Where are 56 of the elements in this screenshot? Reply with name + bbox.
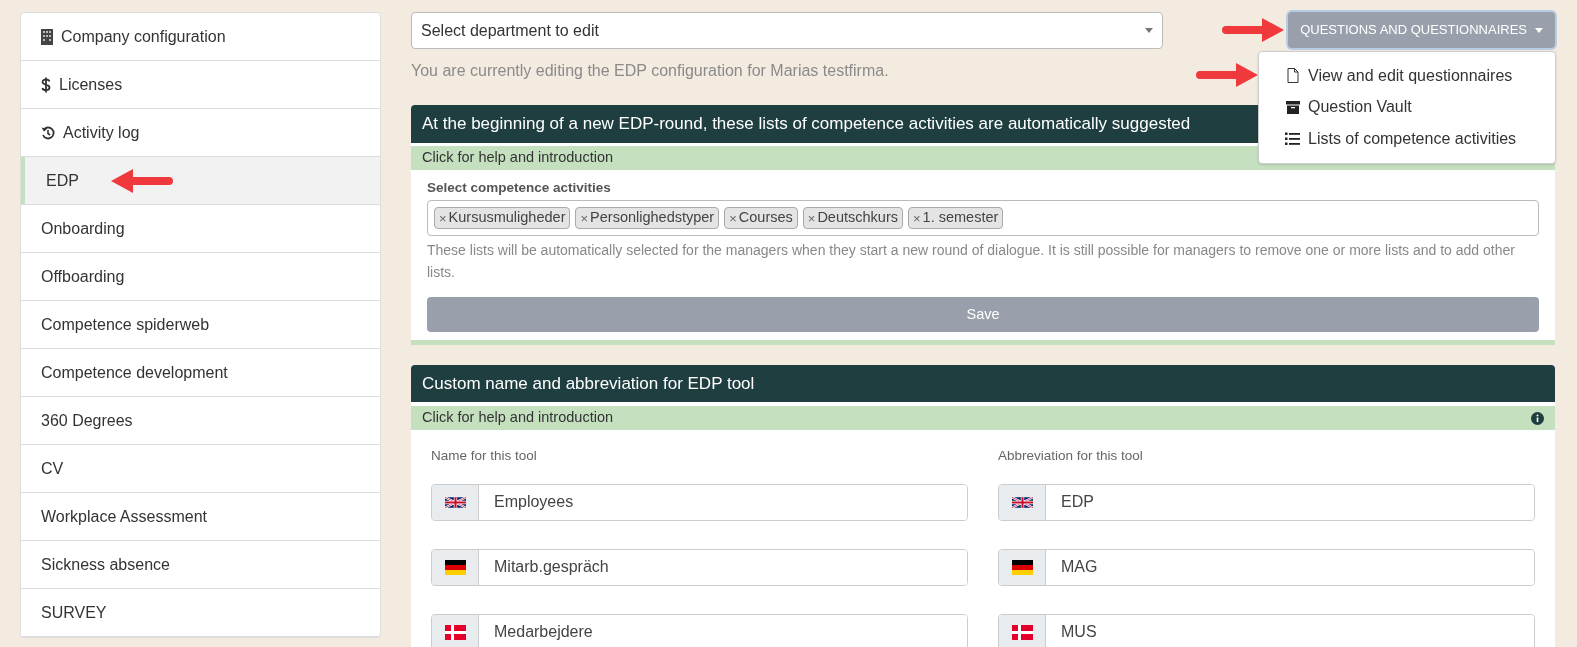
sidebar-item[interactable]: Offboarding	[21, 253, 380, 301]
german-flag-icon	[1011, 559, 1033, 575]
dollar-icon	[41, 76, 51, 93]
column-label: Abbreviation for this tool	[998, 447, 1144, 466]
sidebar-item[interactable]: Licenses	[21, 61, 380, 109]
column-label: Name for this tool	[431, 447, 538, 466]
editing-note: You are currently editing the EDP configuration for Marias testfirma.	[411, 61, 889, 81]
info-icon	[1531, 411, 1544, 425]
department-select[interactable]: Select department to edit	[411, 12, 1163, 49]
union-jack-flag-icon	[1011, 494, 1033, 510]
sidebar-item[interactable]: Company configuration	[21, 13, 380, 61]
sidebar-item[interactable]: Sickness absence	[21, 541, 380, 589]
tag: ×Deutschkurs	[802, 207, 903, 230]
pointer-arrow	[1196, 62, 1258, 88]
input-field[interactable]: EDP	[998, 483, 1535, 521]
remove-tag-button[interactable]: ×	[807, 208, 816, 228]
remove-tag-button[interactable]: ×	[439, 208, 447, 228]
history-icon	[41, 125, 55, 140]
input-field[interactable]: Medarbejdere	[431, 613, 968, 647]
sidebar-item[interactable]: EDP	[21, 157, 380, 205]
input-field[interactable]: MUS	[998, 613, 1535, 647]
sidebar-item[interactable]: Workplace Assessment	[21, 493, 380, 541]
menu-item[interactable]: View and edit questionnaires	[1259, 60, 1555, 92]
tags-field[interactable]: ×Kursusmuligheder ×Personlighedstyper ×Courses ×Deutschkurs ×1. semester	[427, 200, 1539, 237]
field-label: Select competence activities	[427, 179, 612, 197]
tag: ×Courses	[724, 207, 798, 230]
remove-tag-button[interactable]: ×	[580, 208, 589, 228]
pointer-arrow	[1222, 17, 1285, 43]
danish-flag-icon	[1011, 624, 1033, 640]
sidebar-item[interactable]: CV	[21, 445, 380, 493]
sidebar-item[interactable]: 360 Degrees	[21, 397, 380, 445]
numbered-list-icon	[1285, 131, 1300, 146]
german-flag-icon	[444, 559, 466, 575]
sidebar-item[interactable]: Onboarding	[21, 205, 380, 253]
panel-header: Custom name and abbreviation for EDP tool	[411, 365, 1555, 403]
tag: ×Personlighedstyper	[575, 207, 720, 230]
input-field[interactable]: Employees	[431, 483, 968, 521]
archive-icon	[1285, 100, 1300, 114]
sidebar-item[interactable]: Competence development	[21, 349, 380, 397]
remove-tag-button[interactable]: ×	[729, 208, 737, 228]
input-field[interactable]: MAG	[998, 548, 1535, 586]
pointer-arrow	[110, 167, 173, 194]
caret-icon	[1535, 27, 1543, 33]
remove-tag-button[interactable]: ×	[913, 208, 921, 228]
hint-text: These lists will be automatically selected for the managers when they start a new round of dialogue. It is still possible for managers to remove one or more lists and to add other lists.	[427, 241, 1516, 283]
building-icon	[41, 28, 53, 45]
tag: ×1. semester	[908, 207, 1004, 230]
tag: ×Kursusmuligheder	[434, 207, 571, 230]
input-field[interactable]: Mitarb.gespräch	[431, 548, 968, 586]
sidebar-item[interactable]: Competence spiderweb	[21, 301, 380, 349]
danish-flag-icon	[444, 624, 466, 640]
union-jack-flag-icon	[444, 494, 466, 510]
caret-icon	[1145, 28, 1153, 33]
file-icon	[1286, 68, 1299, 84]
help-bar[interactable]: Click for help and introduction	[411, 406, 1555, 431]
sidebar-item[interactable]: SURVEY	[21, 589, 380, 637]
